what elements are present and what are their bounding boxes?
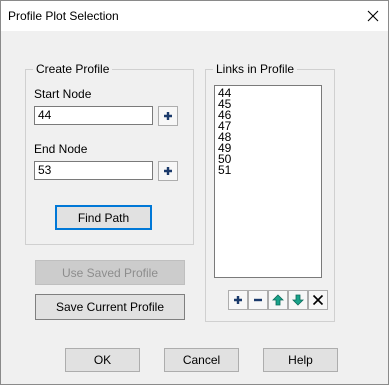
- save-current-profile-button[interactable]: Save Current Profile: [35, 294, 185, 320]
- end-node-input[interactable]: 53: [34, 161, 153, 180]
- profile-plot-selection-dialog: Profile Plot Selection Create Profile St…: [0, 0, 389, 385]
- end-node-label: End Node: [34, 142, 88, 156]
- clear-links-button[interactable]: [308, 290, 328, 310]
- arrow-down-icon: [292, 294, 304, 306]
- title-bar: Profile Plot Selection: [1, 1, 388, 31]
- plus-icon: [234, 296, 242, 304]
- list-item[interactable]: 51: [218, 164, 318, 176]
- start-node-label: Start Node: [34, 87, 92, 101]
- links-list[interactable]: 44 45 46 47 48 49 50 51: [214, 85, 322, 278]
- start-node-add-button[interactable]: [158, 106, 178, 126]
- plus-icon: [164, 167, 172, 175]
- remove-link-button[interactable]: [248, 290, 268, 310]
- help-button[interactable]: Help: [263, 348, 338, 372]
- move-up-button[interactable]: [268, 290, 288, 310]
- end-node-add-button[interactable]: [158, 161, 178, 181]
- list-item[interactable]: 49: [218, 142, 318, 154]
- plus-icon: [164, 112, 172, 120]
- find-path-button[interactable]: Find Path: [55, 205, 152, 230]
- list-item[interactable]: 50: [218, 153, 318, 165]
- x-delete-icon: [312, 294, 324, 306]
- list-item[interactable]: 44: [218, 87, 318, 99]
- close-button[interactable]: [362, 5, 384, 27]
- list-item[interactable]: 47: [218, 120, 318, 132]
- close-icon: [367, 10, 379, 22]
- add-link-button[interactable]: [228, 290, 248, 310]
- create-profile-group-label: Create Profile: [33, 62, 113, 76]
- window-title: Profile Plot Selection: [8, 9, 119, 23]
- minus-icon: [254, 298, 262, 302]
- start-node-input[interactable]: 44: [34, 106, 153, 125]
- ok-button[interactable]: OK: [65, 348, 140, 372]
- links-in-profile-group-label: Links in Profile: [213, 62, 298, 76]
- list-item[interactable]: 45: [218, 98, 318, 110]
- use-saved-profile-button[interactable]: Use Saved Profile: [35, 260, 185, 285]
- list-item[interactable]: 48: [218, 131, 318, 143]
- cancel-button[interactable]: Cancel: [164, 348, 239, 372]
- move-down-button[interactable]: [288, 290, 308, 310]
- list-item[interactable]: 46: [218, 109, 318, 121]
- arrow-up-icon: [272, 294, 284, 306]
